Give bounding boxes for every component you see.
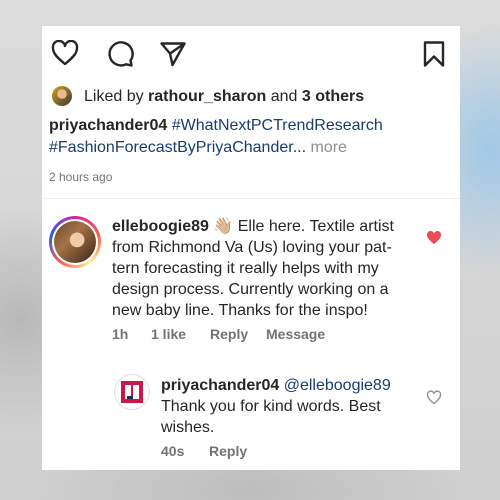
post-card: Liked by rathour_sharon and 3 others pri…: [42, 26, 460, 470]
heart-icon[interactable]: [51, 40, 79, 66]
comment-icon[interactable]: [106, 40, 134, 68]
comment-line-1: elleboogie89 👋🏼 Elle here. Textile artis…: [112, 216, 394, 237]
comment-text-1: Elle here. Textile artist: [237, 218, 394, 235]
hashtag-link-1[interactable]: #WhatNextPCTrendResearch: [172, 117, 383, 134]
divider: [42, 198, 460, 199]
caption-ellipsis: ...: [292, 139, 307, 156]
likes-summary: Liked by rathour_sharon and 3 others: [84, 86, 364, 107]
bookmark-icon[interactable]: [422, 40, 446, 68]
commenter-avatar[interactable]: [49, 216, 101, 268]
caption-line-2: #FashionForecastByPriyaChander... more: [49, 137, 347, 158]
caption-line-1: priyachander04 #WhatNextPCTrendResearch: [49, 115, 383, 136]
liker-avatar[interactable]: [52, 86, 72, 106]
reply-text-1: Thank you for kind words. Best: [161, 398, 381, 415]
comment-reply-button[interactable]: Reply: [210, 326, 248, 342]
share-icon[interactable]: [159, 40, 187, 68]
caption-more-link[interactable]: more: [310, 139, 346, 156]
wave-emoji: 👋🏼: [213, 218, 234, 235]
reply-user-link[interactable]: priyachander04: [161, 377, 279, 394]
likes-prefix: Liked by: [84, 88, 144, 105]
comment-text-4: design process. Currently working on a: [112, 281, 389, 298]
post-time: 2 hours ago: [49, 170, 113, 184]
reply-author-avatar[interactable]: [114, 374, 150, 410]
comment-text-3: tern forecasting it really helps with my: [112, 260, 379, 277]
comment-text-2: from Richmond Va (Us) loving your pat-: [112, 239, 392, 256]
comment-time: 1h: [112, 326, 129, 342]
commenter-user-link[interactable]: elleboogie89: [112, 218, 209, 235]
reply-reply-button[interactable]: Reply: [209, 443, 247, 459]
likes-others-link[interactable]: 3 others: [302, 88, 364, 105]
hashtag-link-2[interactable]: #FashionForecastByPriyaChander: [49, 139, 293, 156]
comment-message-button[interactable]: Message: [266, 326, 325, 342]
comment-liked-heart-icon[interactable]: [426, 230, 442, 245]
reply-line-1: priyachander04 @elleboogie89: [161, 375, 391, 396]
comment-text-5: new baby line. Thanks for the inspo!: [112, 302, 368, 319]
likes-and: and: [270, 88, 298, 105]
reply-like-heart-icon[interactable]: [426, 390, 442, 405]
reply-text-2: wishes.: [161, 419, 215, 436]
caption-user-link[interactable]: priyachander04: [49, 117, 167, 134]
liked-by-user-link[interactable]: rathour_sharon: [148, 88, 266, 105]
comment-likes-link[interactable]: 1 like: [151, 326, 186, 342]
reply-time: 40s: [161, 443, 185, 459]
reply-mention-link[interactable]: @elleboogie89: [284, 377, 391, 394]
